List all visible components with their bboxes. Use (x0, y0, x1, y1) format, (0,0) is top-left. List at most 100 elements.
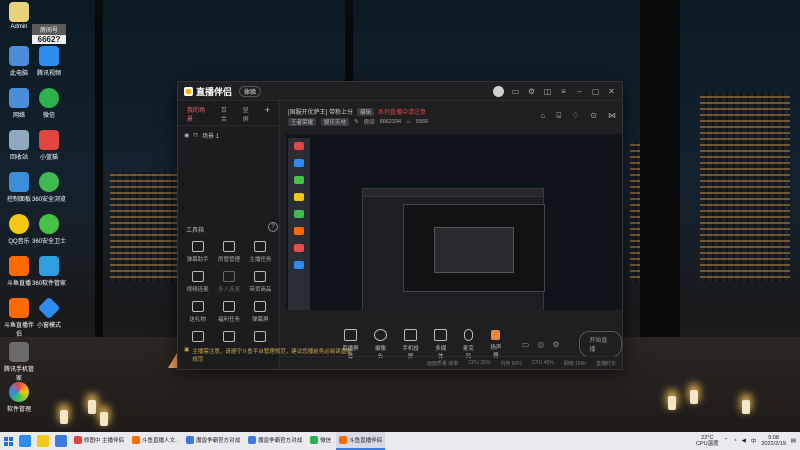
scene-item[interactable]: ◉ ⊓ 场景 1 (178, 126, 279, 145)
tab-scene-2[interactable]: 百合 (216, 105, 238, 123)
link-icon[interactable]: ◎ (537, 340, 544, 349)
help-icon[interactable]: ? (268, 222, 278, 232)
close-icon[interactable]: ✕ (607, 87, 616, 96)
subcategory-tag[interactable]: 娱乐天地 (321, 118, 350, 126)
notice-icon: ▣ (184, 347, 190, 353)
tool-goods[interactable]: 带货商品 (245, 271, 276, 293)
candle (690, 390, 698, 404)
add-scene-button[interactable]: + (260, 105, 275, 123)
tab-scene-3[interactable]: 竖屏 (238, 105, 260, 123)
tool-danmaku-assistant[interactable]: 弹幕助手 (182, 241, 213, 263)
tool-room-admin[interactable]: 房管管理 (213, 241, 244, 263)
explorer-icon[interactable] (37, 435, 49, 447)
control-panel-icon (9, 172, 29, 192)
tool-slot[interactable] (182, 331, 213, 345)
tool-multi-link[interactable]: 多人连麦 (213, 271, 244, 293)
gift-icon[interactable]: ⌂ (540, 111, 545, 121)
taskbar-item[interactable]: 斗鱼直播人文.. (129, 432, 181, 450)
tool-gift[interactable]: 送礼物 (182, 301, 213, 323)
taskbar-item[interactable]: 修图中 主播伴侣 (71, 432, 127, 450)
store-icon[interactable] (55, 435, 67, 447)
desktop-icon[interactable]: 此电脑 (2, 46, 36, 77)
start-button[interactable] (0, 432, 16, 450)
notification-icon[interactable]: ♢ (572, 111, 579, 121)
media-button[interactable]: 多媒体 (433, 328, 449, 360)
desktop-icon[interactable]: 360安全浏览 (32, 172, 66, 203)
taskbar-item[interactable]: 魔兽争霸官方对战 (183, 432, 243, 450)
desktop-icon[interactable]: 小窗模式 (32, 296, 66, 329)
window-frame (640, 0, 680, 342)
vip-icon (222, 301, 235, 312)
desktop-icon[interactable]: 微信 (32, 88, 66, 119)
version-badge[interactable]: 体验 (239, 85, 262, 97)
wechat-icon (39, 88, 59, 108)
desktop-icon[interactable]: 网络 (2, 88, 36, 119)
lock-icon[interactable]: ⊓ (193, 132, 198, 139)
taskbar-item[interactable]: 斗鱼直播伴侣 (336, 432, 386, 450)
diamond-icon (37, 296, 61, 320)
settings-icon[interactable]: ⚙ (552, 340, 559, 349)
desktop-icon[interactable]: Admin (2, 2, 36, 30)
stream-title[interactable]: [国服开优萨王] 带粉上分 (288, 107, 353, 116)
desktop-icon[interactable]: 斗鱼直播伴侣 (2, 298, 36, 338)
microphone-button[interactable]: 麦克风 (461, 328, 477, 360)
weather-widget[interactable]: 22°C CPU温度 (696, 435, 719, 447)
desktop-icon[interactable]: 360软件管家 (32, 256, 66, 287)
desktop-icon[interactable]: 360安全卫士 (32, 214, 66, 245)
clock[interactable]: 5:08 2022/2/19 (761, 435, 785, 447)
notification-icon[interactable]: ▤ (791, 438, 796, 444)
avatar[interactable] (493, 85, 504, 97)
desktop-icon[interactable]: 小蓝猫 (32, 130, 66, 161)
app-titlebar: 直播伴侣 体验 ▭ ⚙ ◫ ≡ – ▢ ✕ (178, 82, 622, 101)
start-live-button[interactable]: 开始直播 (579, 331, 622, 357)
menu-icon[interactable]: ≡ (559, 87, 568, 96)
desktop-icon[interactable]: QQ音乐 (2, 214, 36, 245)
tray-icon[interactable]: ⌃ (724, 438, 729, 444)
edit-icon[interactable]: ✎ (354, 119, 359, 125)
app-icon (74, 436, 82, 444)
desktop-icon[interactable]: 软件管理 (2, 382, 36, 413)
desktop-icon[interactable]: 控制面板 (2, 172, 36, 203)
candle (100, 412, 108, 426)
eye-icon[interactable]: ◉ (184, 132, 189, 139)
desktop-icon[interactable]: 斗鱼直播 (2, 256, 36, 287)
tool-slot[interactable] (245, 331, 276, 345)
minimize-icon[interactable]: – (575, 87, 584, 96)
network-icon[interactable]: ◔ (733, 438, 736, 444)
tool-video-link[interactable]: 视频连麦 (182, 271, 213, 293)
douyu-icon (9, 256, 29, 276)
tool-danmaku-screen[interactable]: 弹幕屏 (245, 301, 276, 323)
message-icon[interactable]: ▭ (511, 87, 520, 96)
tool-host-tasks[interactable]: 主播任务 (245, 241, 276, 263)
desktop-icon[interactable]: 回收站 (2, 130, 36, 161)
app-icon (132, 436, 141, 444)
category-tag[interactable]: 王者荣耀 (288, 118, 317, 126)
settings-icon[interactable]: ⚙ (527, 87, 536, 96)
location-icon[interactable]: ⊙ (590, 111, 597, 121)
desktop-icon[interactable]: 腾讯视频 (32, 46, 66, 77)
share-icon[interactable]: ⋈ (608, 111, 616, 121)
tool-welfare[interactable]: 福利任务 (213, 301, 244, 323)
edit-tag[interactable]: 编辑 (357, 107, 375, 116)
taskbar-item[interactable]: 魔兽争霸官方对战 (245, 432, 305, 450)
edge-icon[interactable] (19, 435, 31, 447)
phone-cast-button[interactable]: 手机投屏 (400, 328, 421, 360)
ime-icon[interactable]: 中 (751, 437, 757, 445)
tab-my-scenes[interactable]: 我的场景 (182, 105, 216, 123)
system-tray: 22°C CPU温度 ⌃ ◔ ◀ 中 5:08 2022/2/19 ▤ (696, 435, 800, 447)
tool-slot[interactable] (213, 331, 244, 345)
screen-capture-button[interactable]: 直播屏幕 (340, 328, 361, 360)
candle (60, 410, 68, 424)
speaker-button[interactable]: 扬声器 (488, 329, 504, 359)
skin-icon[interactable]: ◫ (543, 87, 552, 96)
shop-icon[interactable]: ⌸ (556, 111, 561, 121)
maximize-icon[interactable]: ▢ (591, 87, 600, 96)
record-icon[interactable]: ▭ (522, 340, 530, 349)
camera-button[interactable]: 摄像头 (373, 328, 389, 360)
fans-count: 5566 (416, 119, 429, 125)
stream-preview[interactable] (286, 134, 622, 310)
desktop-icon[interactable]: 腾讯手机管家 (2, 342, 36, 382)
taskbar-item[interactable]: 微信 (307, 432, 334, 450)
volume-icon[interactable]: ◀ (742, 438, 746, 444)
windows-icon (3, 436, 13, 446)
